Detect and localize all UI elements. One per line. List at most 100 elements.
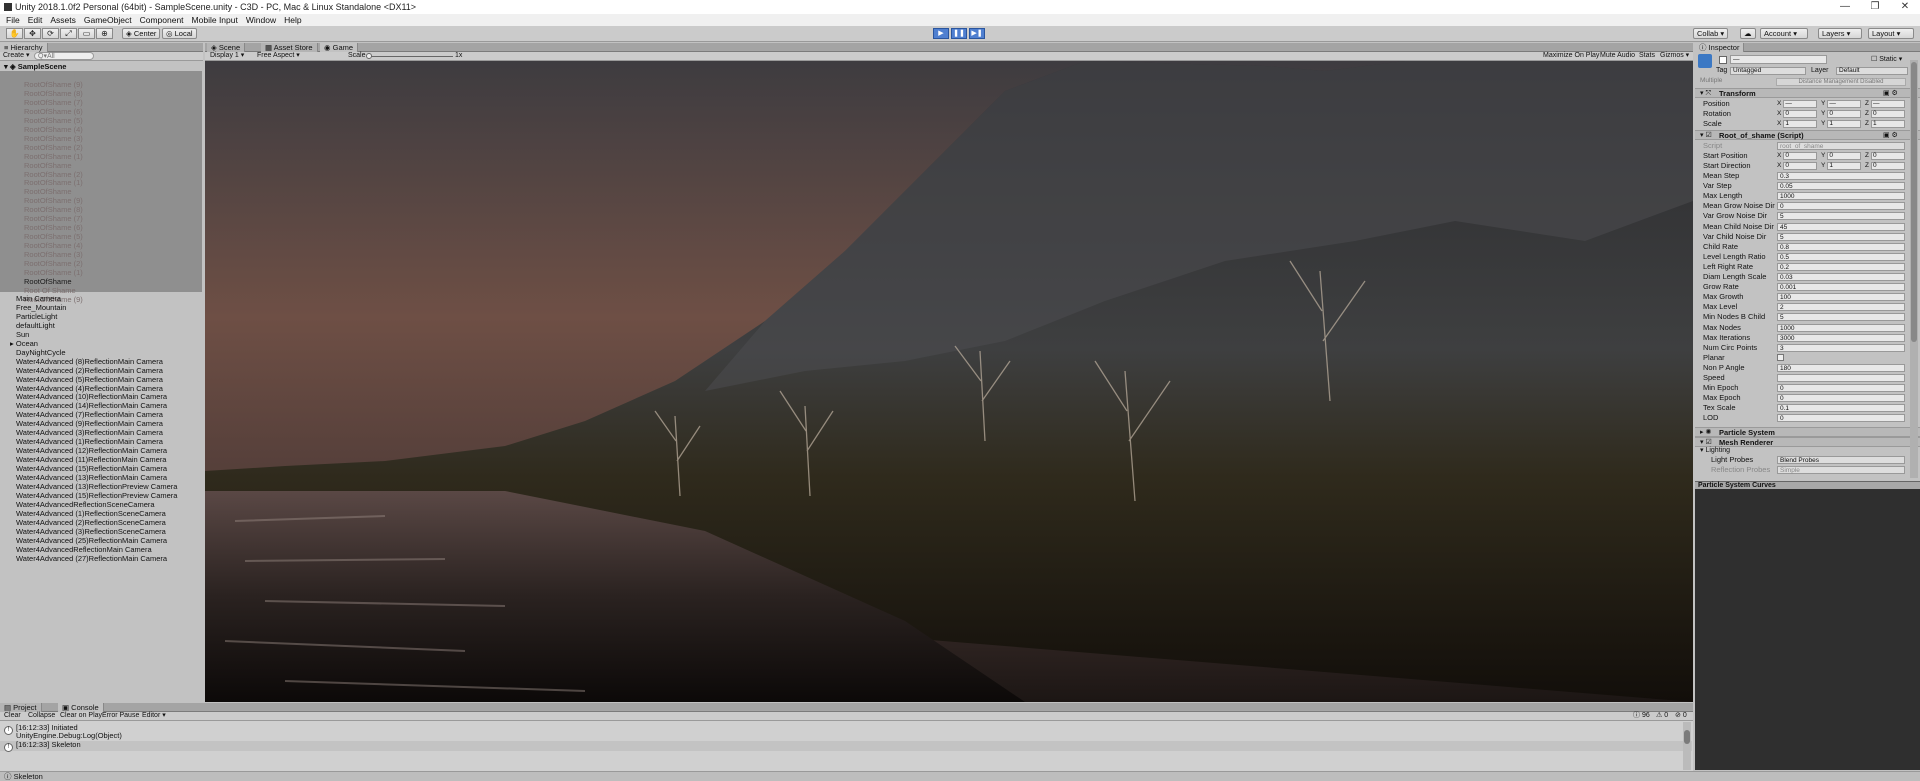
hierarchy-item[interactable]: RootOfShame (7) <box>24 214 83 223</box>
space-toggle[interactable]: ◎ Local <box>162 28 197 39</box>
inspector-scroll-thumb[interactable] <box>1911 62 1917 342</box>
scale-slider-thumb[interactable] <box>366 53 372 59</box>
lighting-foldout[interactable]: ▾ Lighting <box>1700 447 1730 455</box>
tab-hierarchy[interactable]: ≡ Hierarchy <box>0 43 48 52</box>
hierarchy-item[interactable]: Water4Advanced (10)ReflectionMain Camera <box>16 392 167 401</box>
y-field[interactable]: Y1 <box>1821 162 1862 170</box>
planar-checkbox[interactable] <box>1777 353 1784 361</box>
property-value-field[interactable]: 0.2 <box>1777 262 1905 271</box>
hand-tool-icon[interactable]: ✋ <box>6 28 23 39</box>
hierarchy-item[interactable]: Water4AdvancedReflectionSceneCamera <box>16 500 155 509</box>
scale-slider[interactable] <box>367 56 453 57</box>
property-value-field[interactable]: 0 <box>1777 414 1905 423</box>
layers-dropdown[interactable]: Layers ▾ <box>1818 28 1862 39</box>
property-value-field[interactable]: 0.05 <box>1777 182 1905 191</box>
collapse-button[interactable]: Collapse <box>28 712 55 720</box>
y-field[interactable]: Y — <box>1821 100 1862 108</box>
z-field[interactable]: Z0 <box>1865 152 1905 160</box>
gizmos-dropdown[interactable]: Gizmos ▾ <box>1660 52 1689 60</box>
property-value-field[interactable]: 1000 <box>1777 192 1905 201</box>
x-field[interactable]: X1 <box>1777 120 1818 128</box>
property-value-field[interactable]: 0.001 <box>1777 283 1905 292</box>
hierarchy-item[interactable]: RootOfShame <box>24 161 72 170</box>
hierarchy-item[interactable]: Water4Advanced (2)ReflectionMain Camera <box>16 366 163 375</box>
property-value-field[interactable]: 0 <box>1777 394 1905 403</box>
component-settings-icon[interactable]: ▣ ⚙ <box>1883 89 1898 97</box>
static-toggle[interactable]: ☐ Static ▾ <box>1871 55 1902 64</box>
hierarchy-item[interactable]: RootOfShame <box>24 277 72 286</box>
menu-edit[interactable]: Edit <box>28 14 43 26</box>
create-dropdown[interactable]: Create ▾ <box>3 52 29 60</box>
tab-inspector[interactable]: ⓘ Inspector <box>1695 43 1745 52</box>
hierarchy-item[interactable]: Water4Advanced (4)ReflectionMain Camera <box>16 384 163 393</box>
property-value-field[interactable]: 5 <box>1777 313 1905 322</box>
scene-root[interactable]: ▾ ◈ SampleScene <box>4 62 66 71</box>
hierarchy-item[interactable]: defaultLight <box>16 321 55 330</box>
menu-mobile-input[interactable]: Mobile Input <box>192 14 238 26</box>
log-entry[interactable]: ! [16:12:33] Initiated UnityEngine.Debug… <box>0 724 1692 740</box>
hierarchy-item[interactable]: RootOfShame (3) <box>24 134 83 143</box>
cloud-icon[interactable]: ☁ <box>1740 28 1756 39</box>
property-value-field[interactable]: 0.1 <box>1777 404 1905 413</box>
z-field[interactable]: Z — <box>1865 100 1905 108</box>
maximize-button[interactable]: ❐ <box>1860 0 1890 14</box>
x-field[interactable]: X0 <box>1777 110 1818 118</box>
property-value-field[interactable]: 3000 <box>1777 333 1905 342</box>
rect-tool-icon[interactable]: ▭ <box>78 28 95 39</box>
game-viewport[interactable] <box>205 61 1693 702</box>
hierarchy-item[interactable]: DayNightCycle <box>16 348 66 357</box>
z-field[interactable]: Z0 <box>1865 110 1905 118</box>
hierarchy-item[interactable]: RootOfShame (2) <box>24 259 83 268</box>
mute-audio-toggle[interactable]: Mute Audio <box>1600 52 1635 60</box>
hierarchy-item[interactable]: Water4Advanced (15)ReflectionPreview Cam… <box>16 491 177 500</box>
console-scroll-thumb[interactable] <box>1684 730 1690 744</box>
layer-dropdown[interactable]: Default <box>1836 67 1908 75</box>
script-field[interactable]: root_of_shame <box>1777 142 1905 150</box>
hierarchy-item[interactable]: Main Camera <box>16 294 61 303</box>
collab-button[interactable]: Collab ▾ <box>1693 28 1729 39</box>
pause-button[interactable]: ❚❚ <box>951 28 967 39</box>
hierarchy-item[interactable]: RootOfShame (9) <box>24 80 83 89</box>
tab-console[interactable]: ▣ Console <box>58 703 104 712</box>
menu-file[interactable]: File <box>6 14 20 26</box>
hierarchy-item[interactable]: RootOfShame (2) <box>24 143 83 152</box>
property-value-field[interactable]: 180 <box>1777 363 1905 372</box>
hierarchy-item[interactable]: RootOfShame (3) <box>24 250 83 259</box>
hierarchy-item[interactable]: Water4Advanced (14)ReflectionMain Camera <box>16 401 167 410</box>
property-value-field[interactable]: 0.03 <box>1777 273 1905 281</box>
hierarchy-item[interactable]: RootOfShame (9) <box>24 196 83 205</box>
hierarchy-search-input[interactable]: Q▾All <box>34 52 94 60</box>
property-value-field[interactable]: 5 <box>1777 212 1905 221</box>
tab-scene[interactable]: ◈ Scene <box>207 43 246 52</box>
property-value-field[interactable]: 0.5 <box>1777 252 1905 261</box>
hierarchy-item[interactable]: RootOfShame (6) <box>24 223 83 232</box>
property-value-field[interactable]: 2 <box>1777 303 1905 312</box>
property-value-field[interactable]: 0.8 <box>1777 242 1905 251</box>
layout-dropdown[interactable]: Layout ▾ <box>1868 28 1914 39</box>
aspect-dropdown[interactable]: Free Aspect ▾ <box>257 52 300 60</box>
particle-system-header[interactable]: Particle System <box>1695 427 1920 437</box>
active-checkbox[interactable] <box>1719 56 1727 64</box>
rotate-tool-icon[interactable]: ⟳ <box>42 28 59 39</box>
editor-dropdown[interactable]: Editor ▾ <box>142 712 166 720</box>
scale-tool-icon[interactable]: ⤢ <box>60 28 77 39</box>
hierarchy-item[interactable]: Water4Advanced (3)ReflectionSceneCamera <box>16 527 166 536</box>
hierarchy-item[interactable]: RootOfShame (8) <box>24 205 83 214</box>
script-settings-icon[interactable]: ▣ ⚙ <box>1883 131 1898 139</box>
hierarchy-item[interactable]: Sun <box>16 330 29 339</box>
property-value-field[interactable]: 0 <box>1777 384 1905 393</box>
hierarchy-item[interactable]: RootOfShame (2) <box>24 170 83 179</box>
display-dropdown[interactable]: Display 1 ▾ <box>210 52 244 60</box>
hierarchy-item[interactable]: RootOfShame (5) <box>24 116 83 125</box>
hierarchy-item[interactable]: Water4Advanced (1)ReflectionMain Camera <box>16 437 163 446</box>
stats-toggle[interactable]: Stats <box>1639 52 1655 60</box>
maximize-on-play-toggle[interactable]: Maximize On Play <box>1543 52 1599 60</box>
pivot-toggle[interactable]: ◈ Center <box>122 28 161 39</box>
menu-assets[interactable]: Assets <box>50 14 76 26</box>
property-value-field[interactable]: 0 <box>1777 202 1905 211</box>
error-pause-button[interactable]: Error Pause <box>102 712 139 720</box>
name-field[interactable]: — <box>1730 55 1827 64</box>
hierarchy-item[interactable]: Water4Advanced (2)ReflectionSceneCamera <box>16 518 166 527</box>
hierarchy-item[interactable]: Water4Advanced (5)ReflectionMain Camera <box>16 375 163 384</box>
tab-project[interactable]: ▤ Project <box>0 703 42 712</box>
